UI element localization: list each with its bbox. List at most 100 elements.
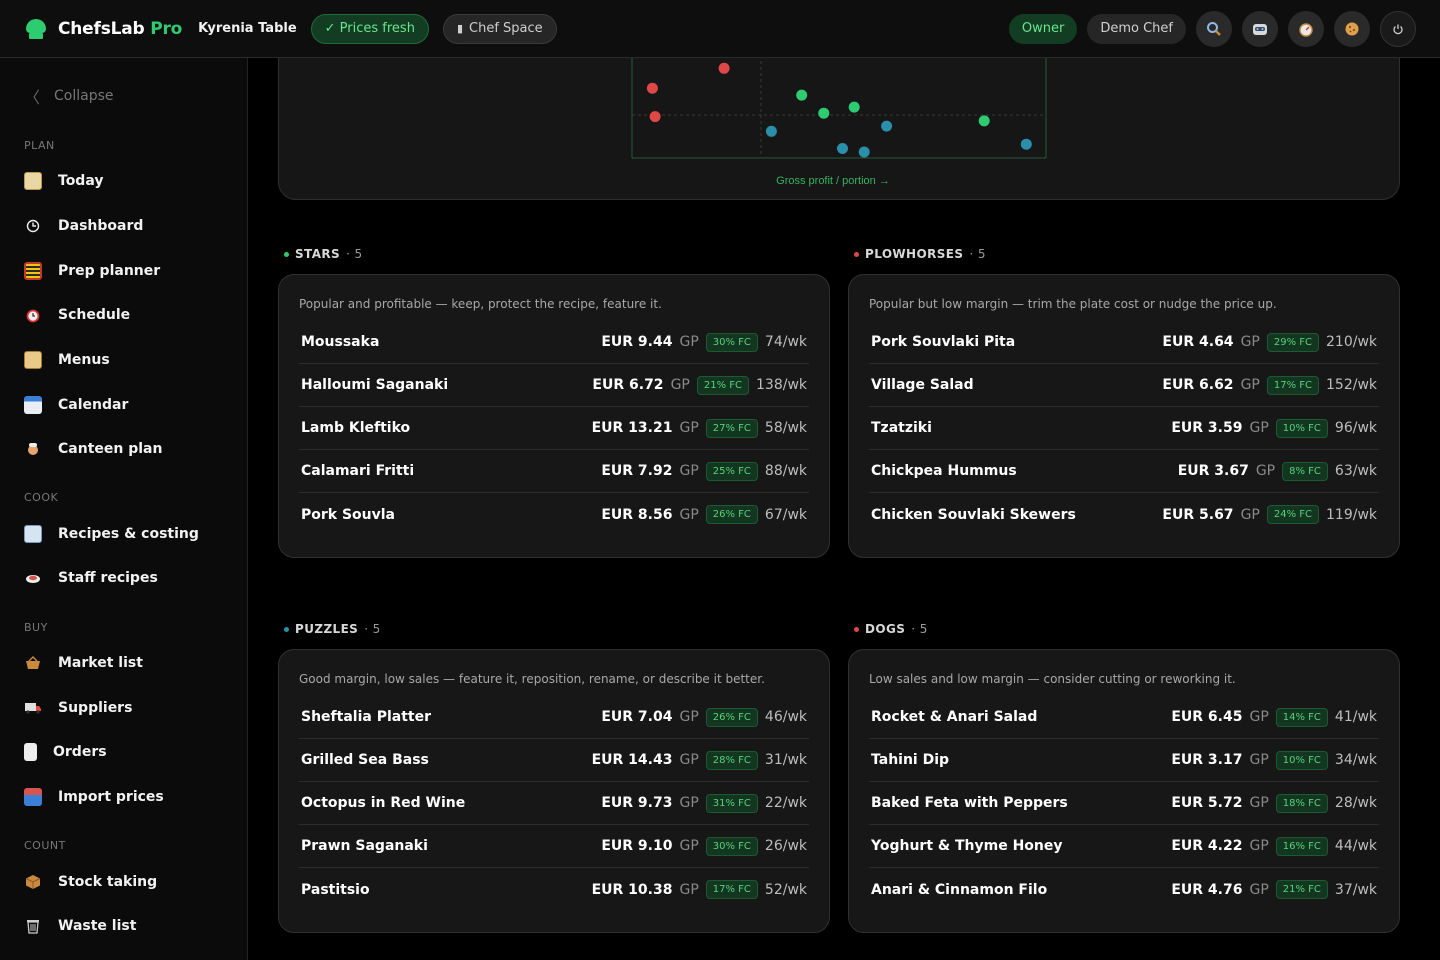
food-cost-badge: 21% FC	[696, 375, 749, 395]
gross-profit-value: EUR 13.21	[591, 420, 673, 436]
food-cost-badge: 28% FC	[705, 750, 758, 770]
power-icon[interactable]	[1380, 10, 1416, 47]
stars-dot-icon	[284, 251, 289, 257]
robot-icon[interactable]	[1242, 10, 1278, 47]
dish-name: Tahini Dip	[871, 752, 950, 768]
nav-item-stock-taking[interactable]: Stock taking	[24, 873, 157, 891]
dish-row[interactable]: Sheftalia Platter EUR 7.04 GP 26% FC 46/wk	[299, 696, 809, 739]
nav-item-recipes-costing[interactable]: Recipes & costing	[24, 525, 199, 543]
calendar-icon	[24, 396, 42, 414]
dish-name: Sheftalia Platter	[301, 709, 431, 725]
nav-item-prep-planner[interactable]: Prep planner	[24, 262, 160, 280]
prices-status-badge[interactable]: ✓ Prices fresh	[310, 13, 429, 44]
dish-metrics: EUR 6.72 GP 21% FC 138/wk	[592, 375, 807, 395]
food-cost-badge: 25% FC	[705, 461, 758, 481]
dish-row[interactable]: Village Salad EUR 6.62 GP 17% FC 152/wk	[869, 364, 1379, 407]
notepad-icon	[24, 172, 42, 190]
dish-row[interactable]: Grilled Sea Bass EUR 14.43 GP 28% FC 31/wk	[299, 739, 809, 782]
weekly-sales: 138/wk	[756, 377, 807, 393]
gross-profit-label: GP	[679, 795, 699, 811]
cook-icon	[24, 440, 42, 458]
dish-row[interactable]: Tahini Dip EUR 3.17 GP 10% FC 34/wk	[869, 739, 1379, 782]
dish-row[interactable]: Pork Souvla EUR 8.56 GP 26% FC 67/wk	[299, 493, 809, 536]
data-point-1-3	[649, 111, 661, 123]
collapse-button[interactable]: 〈 Collapse	[24, 84, 114, 108]
truck-icon	[24, 699, 42, 717]
section-header-stars: STARS · 5	[284, 247, 363, 261]
section-header-plowhorses: PLOWHORSES · 5	[854, 247, 986, 261]
dish-row[interactable]: Baked Feta with Peppers EUR 5.72 GP 18% FC 2…	[869, 782, 1379, 825]
search-icon[interactable]	[1196, 10, 1232, 47]
dish-metrics: EUR 9.10 GP 30% FC 26/wk	[601, 836, 807, 856]
brand-logo[interactable]: ChefsLab Pro	[24, 17, 182, 41]
dish-metrics: EUR 4.22 GP 16% FC 44/wk	[1171, 836, 1377, 856]
nav-item-suppliers[interactable]: Suppliers	[24, 699, 132, 717]
gross-profit-label: GP	[1255, 463, 1276, 479]
dish-row[interactable]: Prawn Saganaki EUR 9.10 GP 30% FC 26/wk	[299, 825, 809, 868]
dish-row[interactable]: Tzatziki EUR 3.59 GP 10% FC 96/wk	[869, 407, 1379, 450]
dish-name: Prawn Saganaki	[301, 838, 428, 854]
dish-metrics: EUR 8.56 GP 26% FC 67/wk	[601, 505, 807, 524]
weekly-sales: 37/wk	[1334, 881, 1377, 898]
dish-row[interactable]: Pastitsio EUR 10.38 GP 17% FC 52/wk	[299, 868, 809, 911]
dish-metrics: EUR 3.67 GP 8% FC 63/wk	[1178, 461, 1377, 481]
dish-metrics: EUR 4.64 GP 29% FC 210/wk	[1162, 332, 1377, 352]
nav-item-import-prices[interactable]: Import prices	[24, 788, 164, 806]
dish-row[interactable]: Pork Souvlaki Pita EUR 4.64 GP 29% FC 210/wk	[869, 321, 1379, 364]
gross-profit-value: EUR 5.72	[1171, 795, 1243, 811]
timer-icon[interactable]	[1288, 10, 1324, 47]
quadrant-list: Sheftalia Platter EUR 7.04 GP 26% FC 46/wk Gr…	[299, 696, 809, 911]
dish-row[interactable]: Yoghurt & Thyme Honey EUR 4.22 GP 16% FC 44/…	[869, 825, 1379, 868]
nav-item-staff-recipes[interactable]: Staff recipes	[24, 569, 158, 587]
quadrant-list: Moussaka EUR 9.44 GP 30% FC 74/wk Halloumi Sa…	[299, 321, 809, 536]
section-label-count: COUNT	[24, 839, 66, 852]
dish-metrics: EUR 5.72 GP 18% FC 28/wk	[1171, 793, 1377, 813]
weekly-sales: 96/wk	[1334, 420, 1377, 436]
top-bar: ChefsLab Pro Kyrenia Table ✓ Prices fres…	[0, 0, 1440, 58]
data-point-1-2	[646, 82, 658, 94]
dish-row[interactable]: Rocket & Anari Salad EUR 6.45 GP 14% FC 41/w…	[869, 696, 1379, 739]
nav-item-schedule[interactable]: Schedule	[24, 306, 130, 324]
quadrant-card-dogs: Low sales and low margin — consider cutt…	[848, 649, 1400, 933]
nav-item-orders[interactable]: Orders	[24, 743, 107, 761]
dish-row[interactable]: Halloumi Saganaki EUR 6.72 GP 21% FC 138/wk	[299, 364, 809, 407]
gross-profit-label: GP	[679, 752, 699, 768]
dish-row[interactable]: Lamb Kleftiko EUR 13.21 GP 27% FC 58/wk	[299, 407, 809, 450]
weekly-sales: 28/wk	[1334, 795, 1377, 811]
user-button[interactable]: Demo Chef	[1087, 13, 1186, 44]
chef-space-button[interactable]: ▮ Chef Space	[442, 13, 557, 44]
food-cost-badge: 30% FC	[705, 836, 758, 856]
quadrant-card-stars: Popular and profitable — keep, protect t…	[278, 274, 830, 558]
weekly-sales: 74/wk	[764, 334, 807, 350]
dish-name: Chicken Souvlaki Skewers	[871, 506, 1076, 523]
receipt-icon	[24, 743, 37, 761]
dish-row[interactable]: Octopus in Red Wine EUR 9.73 GP 31% FC 22/wk	[299, 782, 809, 825]
dish-name: Halloumi Saganaki	[301, 377, 449, 393]
food-cost-badge: 10% FC	[1275, 418, 1328, 438]
nav-item-waste-list[interactable]: Waste list	[24, 917, 136, 935]
dish-row[interactable]: Chickpea Hummus EUR 3.67 GP 8% FC 63/wk	[869, 450, 1379, 493]
scroll-icon	[24, 351, 42, 369]
weekly-sales: 210/wk	[1326, 334, 1377, 350]
dish-name: Village Salad	[871, 377, 974, 393]
dish-row[interactable]: Chicken Souvlaki Skewers EUR 5.67 GP 24% FC…	[869, 493, 1379, 536]
food-cost-badge: 29% FC	[1266, 332, 1319, 352]
dish-metrics: EUR 7.92 GP 25% FC 88/wk	[601, 461, 807, 481]
nav-item-canteen-plan[interactable]: Canteen plan	[24, 440, 162, 458]
food-cost-badge: 8% FC	[1282, 461, 1328, 481]
gross-profit-label: GP	[679, 881, 699, 898]
gross-profit-value: EUR 10.38	[591, 881, 673, 898]
role-badge[interactable]: Owner	[1008, 13, 1078, 44]
nav-item-menus[interactable]: Menus	[24, 351, 110, 369]
cookie-icon[interactable]	[1334, 10, 1370, 47]
venue-name[interactable]: Kyrenia Table	[198, 21, 297, 36]
dish-row[interactable]: Calamari Fritti EUR 7.92 GP 25% FC 88/wk	[299, 450, 809, 493]
dish-metrics: EUR 9.44 GP 30% FC 74/wk	[601, 332, 807, 352]
dish-row[interactable]: Moussaka EUR 9.44 GP 30% FC 74/wk	[299, 321, 809, 364]
dish-row[interactable]: Anari & Cinnamon Filo EUR 4.76 GP 21% FC 37/…	[869, 868, 1379, 911]
plowhorses-dot-icon	[854, 251, 859, 257]
nav-item-today[interactable]: Today	[24, 172, 103, 190]
nav-item-market-list[interactable]: Market list	[24, 654, 143, 672]
nav-item-dashboard[interactable]: Dashboard	[24, 217, 143, 235]
nav-item-calendar[interactable]: Calendar	[24, 396, 128, 414]
